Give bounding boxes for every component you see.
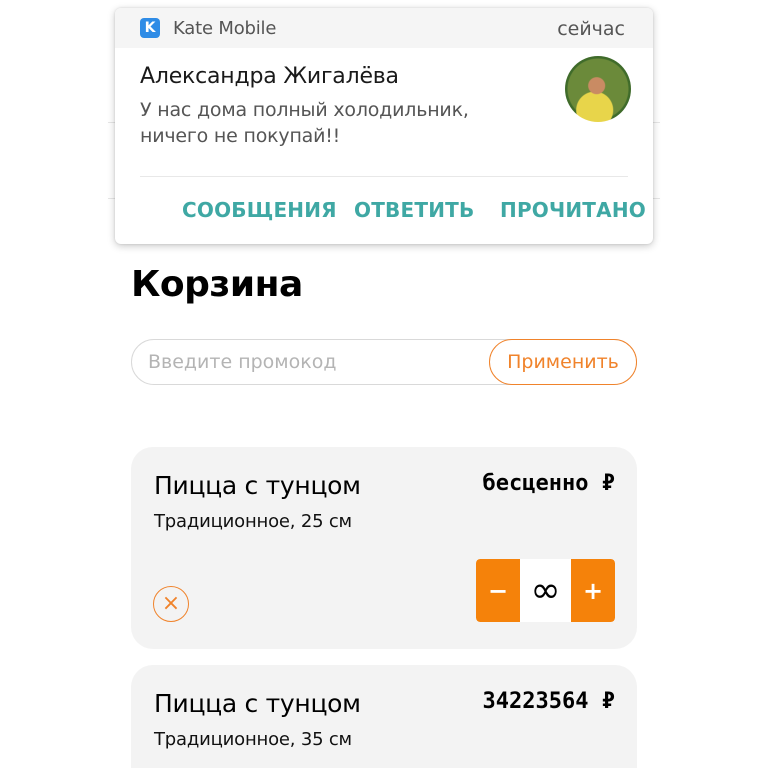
promo-code-input[interactable] bbox=[132, 340, 491, 384]
cart-item-variant: Традиционное, 25 см bbox=[154, 511, 352, 532]
remove-item-icon[interactable]: × bbox=[153, 586, 189, 622]
decrease-quantity-button[interactable]: − bbox=[476, 559, 520, 622]
notification-divider bbox=[140, 176, 628, 177]
quantity-stepper: − ∞ + bbox=[476, 559, 615, 622]
kate-mobile-app-icon: K bbox=[140, 18, 160, 38]
reply-action-button[interactable]: ОТВЕТИТЬ bbox=[354, 198, 474, 222]
cart-item-price: бесценно ₽ bbox=[482, 471, 615, 496]
cart-item-name: Пицца с тунцом bbox=[154, 689, 361, 718]
messages-action-button[interactable]: СООБЩЕНИЯ bbox=[182, 198, 337, 222]
sender-avatar bbox=[565, 56, 631, 122]
mark-read-action-button[interactable]: ПРОЧИТАНО bbox=[500, 198, 646, 222]
increase-quantity-button[interactable]: + bbox=[571, 559, 615, 622]
cart-item-variant: Традиционное, 35 см bbox=[154, 729, 352, 750]
cart-item: Пицца с тунцом бесценно ₽ Традиционное, … bbox=[131, 447, 637, 649]
cart-item-name: Пицца с тунцом bbox=[154, 471, 361, 500]
cart-item: Пицца с тунцом 34223564 ₽ Традиционное, … bbox=[131, 665, 637, 768]
background-divider bbox=[652, 198, 660, 199]
notification-app-name: Kate Mobile bbox=[173, 18, 277, 39]
apply-promo-button[interactable]: Применить bbox=[489, 339, 637, 385]
promo-code-form: Применить bbox=[131, 339, 637, 385]
background-divider bbox=[652, 122, 660, 123]
quantity-value: ∞ bbox=[530, 570, 561, 611]
notification-message: У нас дома полный холодильник, ничего не… bbox=[140, 99, 469, 147]
cart-item-price: 34223564 ₽ bbox=[482, 689, 615, 714]
page-title: Корзина bbox=[131, 264, 303, 305]
notification-card[interactable]: K Kate Mobile сейчас Александра Жигалёва… bbox=[115, 8, 653, 244]
notification-time: сейчас bbox=[557, 18, 625, 40]
notification-sender: Александра Жигалёва bbox=[140, 64, 399, 89]
